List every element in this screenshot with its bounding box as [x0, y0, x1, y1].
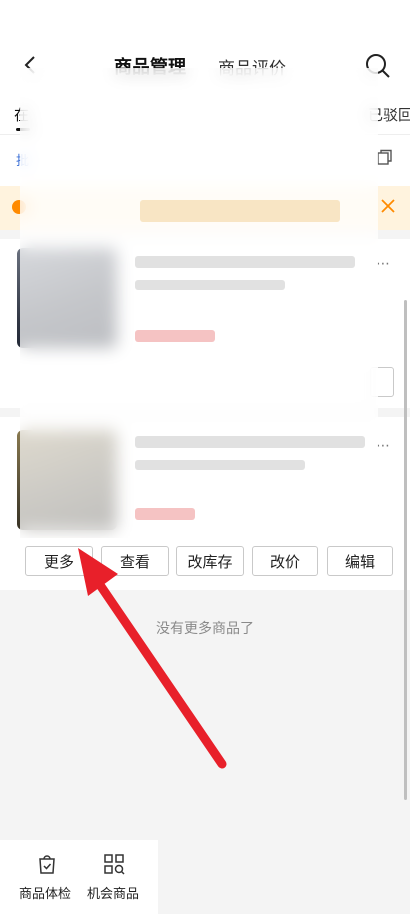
scrollbar[interactable]: [404, 300, 407, 800]
blur-placeholder: [135, 280, 285, 290]
bottom-nav: [0, 840, 158, 914]
grid-search-icon[interactable]: [103, 853, 125, 875]
blurred-overlay: [20, 68, 378, 538]
blur-placeholder: [135, 460, 305, 470]
blur-placeholder: [135, 256, 355, 268]
view-button[interactable]: 查看: [101, 546, 169, 576]
more-icon[interactable]: ⋯: [376, 256, 391, 272]
edit-stock-button[interactable]: 改库存: [176, 546, 244, 576]
edit-price-button[interactable]: 改价: [252, 546, 318, 576]
blur-placeholder: [135, 508, 195, 520]
bag-check-icon[interactable]: [36, 853, 58, 875]
copy-icon[interactable]: [376, 149, 393, 166]
blur-placeholder: [135, 436, 365, 448]
edit-button[interactable]: 编辑: [327, 546, 393, 576]
close-icon[interactable]: [380, 198, 396, 214]
blur-placeholder: [140, 200, 340, 222]
more-button[interactable]: 更多: [25, 546, 93, 576]
list-end-text: 没有更多商品了: [156, 621, 254, 637]
more-icon[interactable]: ⋯: [376, 438, 391, 454]
nav-label-opportunity[interactable]: 机会商品: [87, 883, 139, 902]
nav-label-health-check[interactable]: 商品体检: [19, 883, 71, 902]
blur-placeholder: [135, 330, 215, 342]
